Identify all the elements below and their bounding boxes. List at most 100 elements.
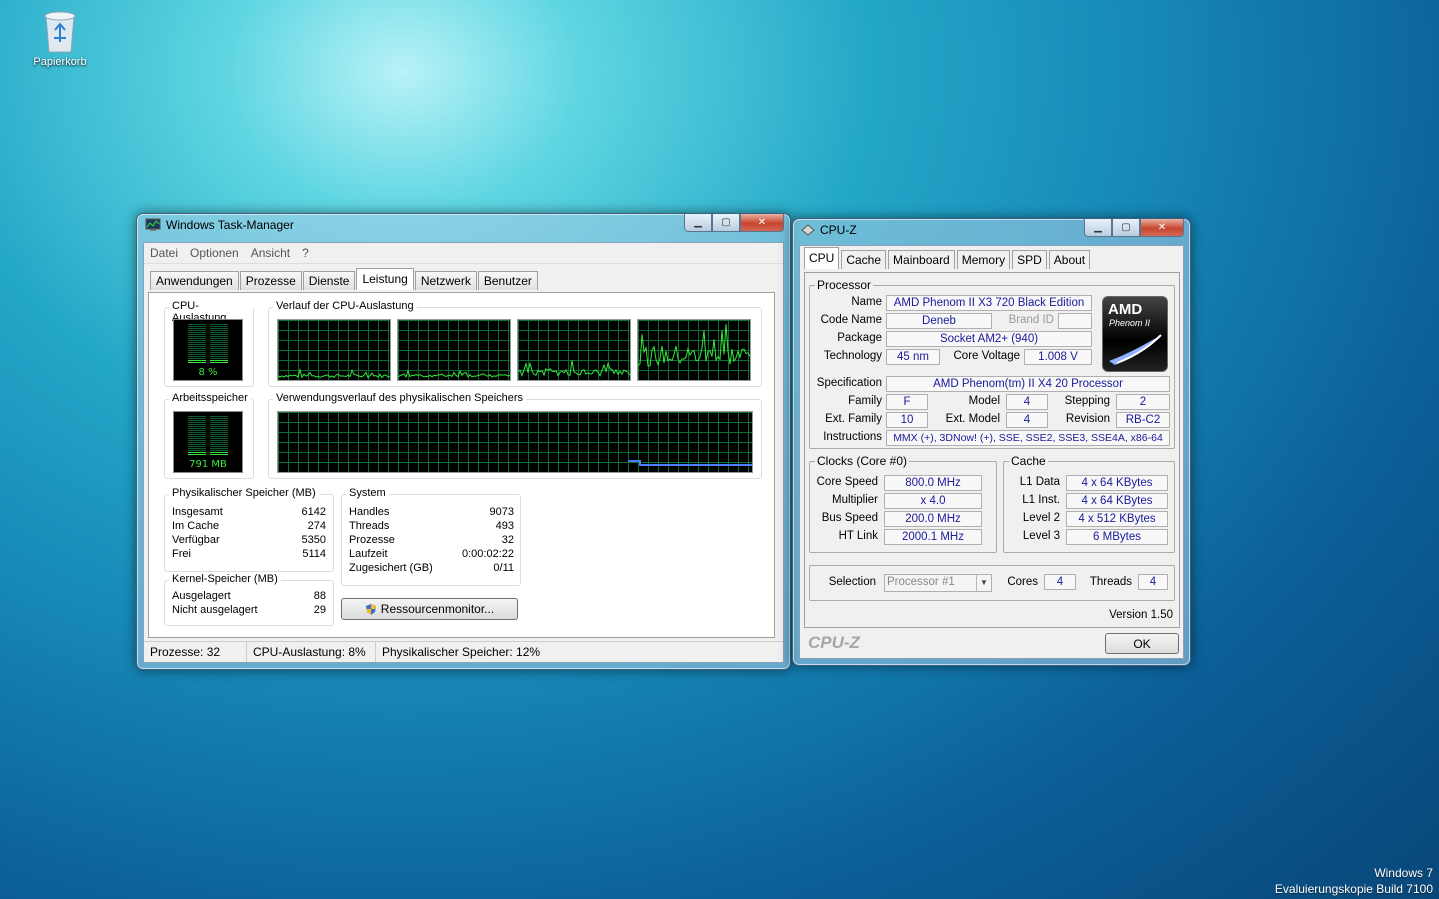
status-memory: Physikalischer Speicher: 12%: [382, 645, 541, 659]
cache-label: Cache: [1009, 454, 1048, 468]
cpuz-brand-logo: CPU-Z: [808, 633, 860, 652]
meter-segment: [210, 416, 228, 417]
cpu-history-trace: [518, 360, 630, 377]
stat-value: 29: [313, 604, 326, 616]
meter-segment: [210, 328, 228, 329]
task-manager-titlebar[interactable]: Windows Task-Manager: [145, 218, 294, 232]
meter-segment: [188, 444, 206, 445]
meter-segment: [210, 422, 228, 423]
cpu-history-trace: [398, 369, 510, 378]
cpuz-close-button[interactable]: ✕: [1140, 219, 1184, 237]
l1data-value: 4 x 64 KBytes: [1066, 475, 1168, 491]
maximize-button[interactable]: ▢: [712, 214, 740, 232]
package-label: Package: [837, 332, 882, 344]
minimize-icon: ▁: [694, 217, 702, 228]
meter-segment: [188, 342, 206, 343]
meter-segment: [210, 436, 228, 437]
tab-netzwerk[interactable]: Netzwerk: [414, 271, 477, 290]
menu-ansicht[interactable]: Ansicht: [245, 246, 296, 260]
stat-value: 6142: [301, 506, 326, 518]
cpuz-maximize-button[interactable]: ▢: [1112, 219, 1140, 237]
meter-segment: [210, 324, 228, 325]
meter-segment: [188, 344, 206, 345]
meter-segment: [210, 330, 228, 331]
cpuz-tab-strip: CPU Cache Mainboard Memory SPD About: [804, 247, 1092, 269]
meter-segment: [188, 418, 206, 419]
menu-optionen[interactable]: Optionen: [184, 246, 245, 260]
meter-segment: [210, 332, 228, 333]
stat-label: Insgesamt: [172, 506, 223, 518]
multiplier-label: Multiplier: [831, 494, 878, 506]
cpu-core-4-line: [638, 324, 750, 367]
cpuz-minimize-button[interactable]: ▁: [1084, 219, 1112, 237]
tab-memory[interactable]: Memory: [956, 250, 1011, 269]
minimize-button[interactable]: ▁: [684, 214, 712, 232]
version-label: Version 1.50: [1109, 609, 1173, 621]
meter-segment: [210, 348, 228, 349]
stat-label: Frei: [172, 548, 191, 560]
codename-value: Deneb: [886, 313, 992, 329]
menu-bar: Datei Optionen Ansicht ?: [144, 243, 783, 264]
ok-button[interactable]: OK: [1105, 633, 1179, 654]
logo-amd: AMD: [1108, 301, 1143, 318]
tab-benutzer[interactable]: Benutzer: [477, 271, 538, 290]
close-button[interactable]: ✕: [740, 214, 784, 232]
meter-segment: [210, 356, 228, 357]
chevron-down-icon: ▼: [976, 575, 991, 591]
cpu-history-graph-core-1: [277, 319, 391, 381]
memory-history-graph: [277, 411, 753, 473]
stat-label: Zugesichert (GB): [349, 562, 433, 574]
tab-dienste[interactable]: Dienste: [302, 271, 356, 290]
cpuz-titlebar[interactable]: CPU-Z: [801, 223, 857, 237]
cores-label: Cores: [1007, 576, 1038, 588]
voltage-value: 1.008 V: [1024, 349, 1092, 365]
meter-segment: [188, 336, 206, 337]
meter-segment: [188, 326, 206, 327]
tab-prozesse[interactable]: Prozesse: [239, 271, 302, 290]
meter-segment: [188, 438, 206, 439]
stepping-label: Stepping: [1064, 395, 1110, 407]
table-row: Frei 5114: [172, 547, 326, 561]
tab-about[interactable]: About: [1048, 250, 1091, 269]
meter-segment: [188, 352, 206, 353]
tab-leistung[interactable]: Leistung: [356, 268, 414, 290]
recycle-bin[interactable]: Papierkorb: [22, 8, 98, 68]
cpuz-title: CPU-Z: [820, 223, 857, 237]
l1inst-value: 4 x 64 KBytes: [1066, 493, 1168, 509]
status-processes: Prozesse: 32: [144, 642, 247, 662]
meter-segment: [210, 428, 228, 429]
table-row: Laufzeit 0:00:02:22: [349, 547, 514, 561]
meter-segment: [210, 426, 228, 427]
extmodel-value: 4: [1006, 412, 1048, 428]
task-manager-window[interactable]: Windows Task-Manager ▁ ▢ ✕ Datei Optione…: [136, 213, 791, 670]
meter-segment: [210, 430, 228, 431]
meter-segment: [188, 338, 206, 339]
tab-anwendungen[interactable]: Anwendungen: [150, 271, 239, 290]
close-icon: ✕: [757, 217, 767, 228]
resource-monitor-button[interactable]: Ressourcenmonitor...: [341, 598, 518, 620]
tab-spd[interactable]: SPD: [1012, 250, 1047, 269]
tab-mainboard[interactable]: Mainboard: [888, 250, 955, 269]
watermark-line1: Windows 7: [1374, 866, 1433, 880]
meter-segment: [210, 420, 228, 421]
tab-cpu[interactable]: CPU: [804, 247, 840, 269]
menu-datei[interactable]: Datei: [144, 246, 184, 260]
cache-group: Cache L1 Data 4 x 64 KBytes L1 Inst. 4 x…: [1003, 454, 1175, 553]
meter-segment: [188, 360, 206, 361]
tab-cache[interactable]: Cache: [841, 250, 887, 269]
table-row: Verfügbar 5350: [172, 533, 326, 547]
selection-dropdown[interactable]: Processor #1 ▼: [884, 574, 992, 592]
meter-segment: [188, 354, 206, 355]
table-row: Prozesse 32: [349, 533, 514, 547]
meter-segment: [188, 436, 206, 437]
meter-segment: [188, 362, 206, 363]
cpuz-window[interactable]: CPU-Z ▁ ▢ ✕ CPU Cache Mainboard Memory S…: [792, 218, 1191, 666]
meter-segment: [210, 434, 228, 435]
menu-help[interactable]: ?: [296, 246, 315, 260]
stat-label: Threads: [349, 520, 390, 532]
model-value: 4: [1006, 394, 1048, 410]
stat-value: 0/11: [493, 562, 514, 574]
task-manager-client: Datei Optionen Ansicht ? Anwendungen Pro…: [143, 242, 784, 663]
l1inst-label: L1 Inst.: [1022, 494, 1060, 506]
meter-segment: [188, 334, 206, 335]
